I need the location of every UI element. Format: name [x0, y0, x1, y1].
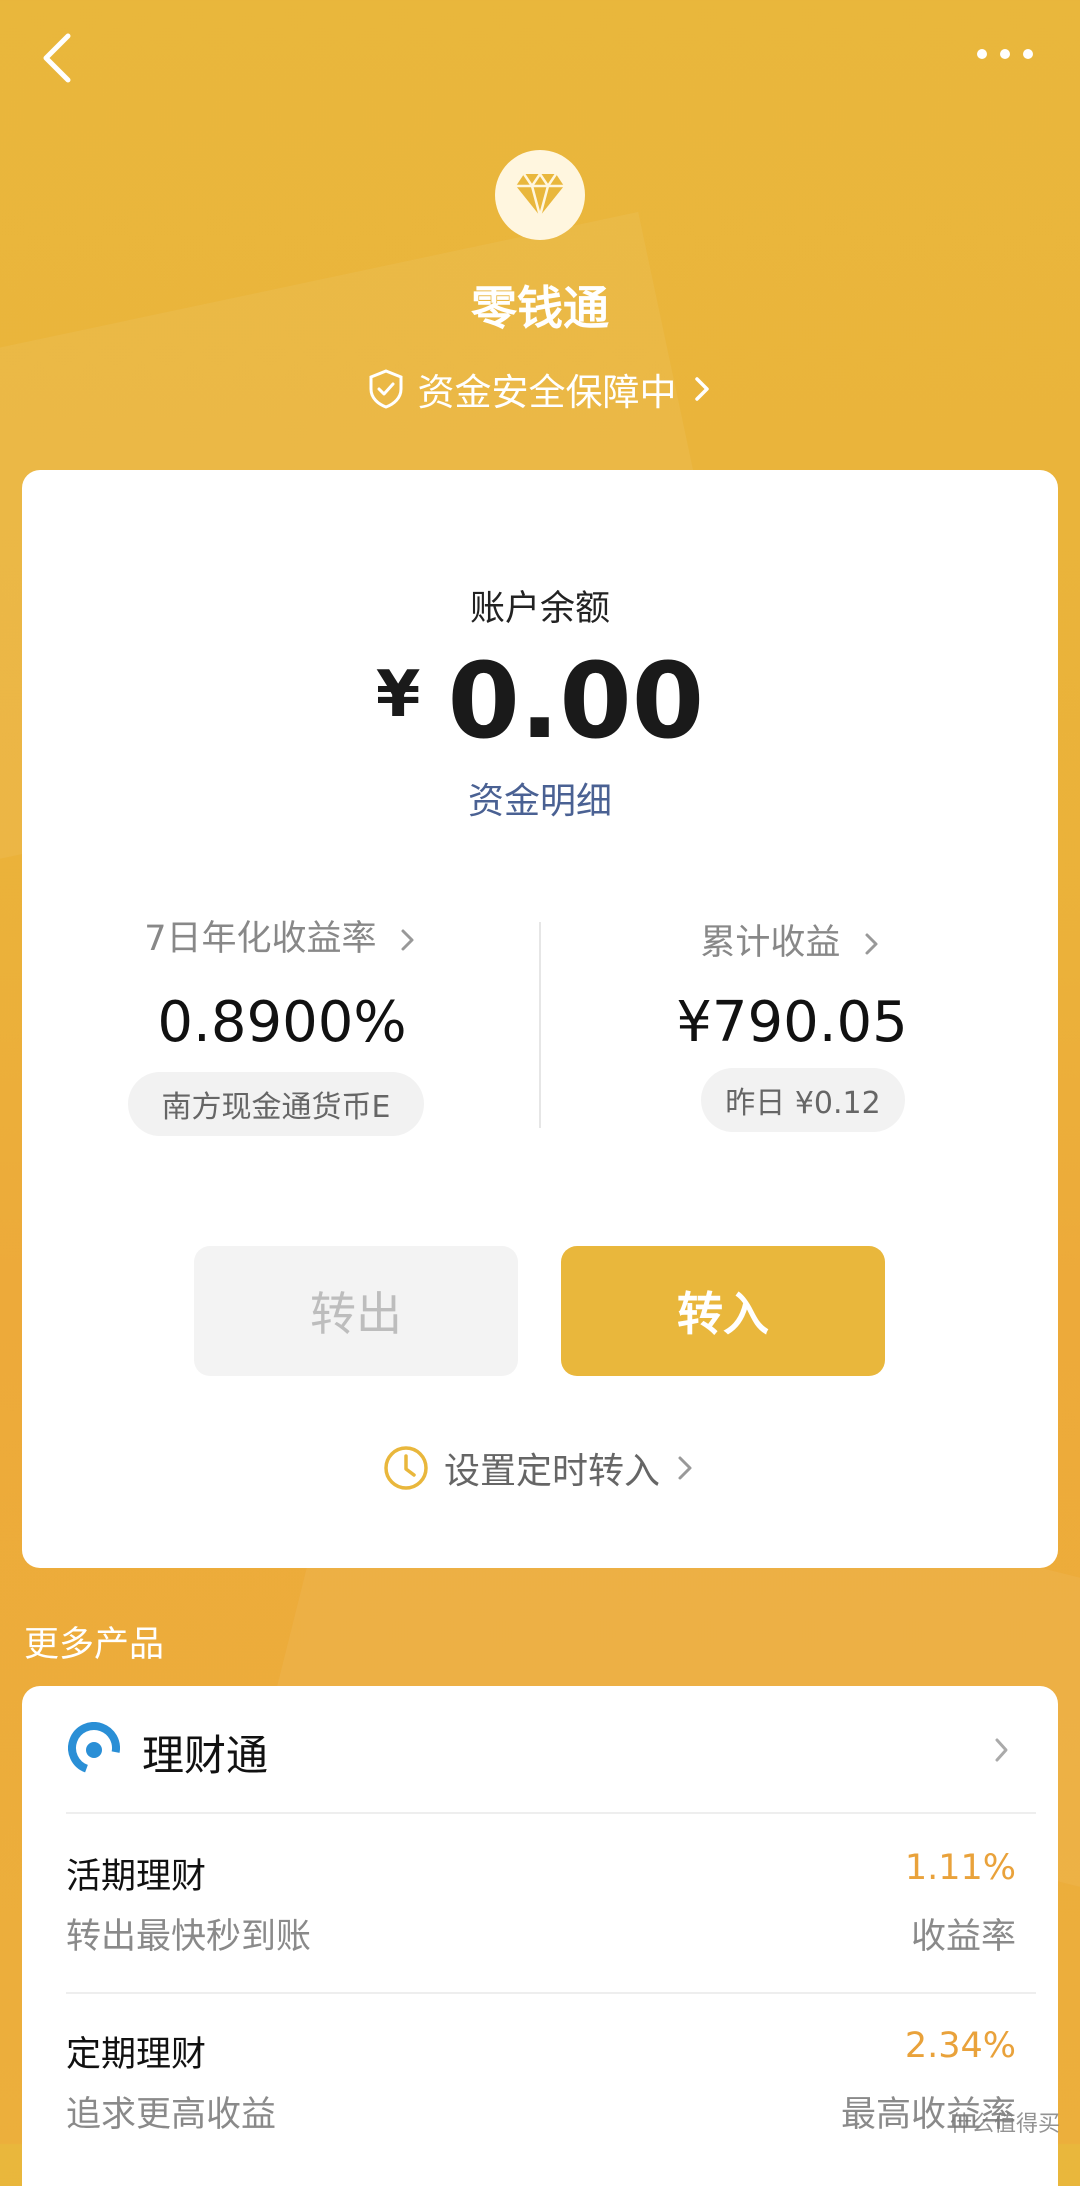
page-title: 零钱通: [471, 281, 609, 335]
currency-symbol: ¥: [375, 658, 421, 732]
diamond-icon: [516, 172, 564, 218]
products-card: 理财通 活期理财 转出最快秒到账 1.11% 收益率 定期理财 追求更高收益 2…: [22, 1686, 1058, 2186]
chevron-right-icon: [401, 929, 414, 951]
list-item-title: 活期理财: [66, 1857, 207, 1897]
more-dots-icon: [977, 49, 1033, 59]
list-item-title: 定期理财: [66, 2035, 207, 2075]
watermark: 什么值得买: [950, 2112, 1061, 2137]
transfer-in-button[interactable]: 转入: [561, 1246, 885, 1376]
scheduled-transfer-label: 设置定时转入: [443, 1451, 660, 1492]
list-item-subtitle: 转出最快秒到账: [66, 1917, 312, 1957]
clock-icon: [384, 1446, 428, 1490]
licaitong-logo-icon: [68, 1722, 120, 1774]
security-link[interactable]: 资金安全保障中: [0, 362, 1080, 418]
transfer-out-button[interactable]: 转出: [194, 1246, 518, 1376]
yield-rate-link[interactable]: 7日年化收益率: [62, 910, 502, 961]
list-item-subtitle: 追求更高收益: [66, 2095, 277, 2135]
list-item[interactable]: 活期理财 转出最快秒到账 1.11% 收益率: [22, 1814, 1058, 1992]
product-name: 理财通: [142, 1731, 269, 1780]
earnings-link[interactable]: 累计收益: [592, 914, 992, 965]
product-header[interactable]: 理财通: [22, 1686, 1058, 1812]
fund-name-badge: 南方现金通货币E: [128, 1072, 424, 1136]
section-title: 更多产品: [24, 1625, 165, 1665]
chevron-right-icon: [995, 1738, 1008, 1762]
stat-divider: [539, 922, 541, 1128]
list-item-rate: 2.34%: [904, 2026, 1016, 2066]
balance-amount: ¥ 0.00: [22, 640, 1058, 762]
scheduled-transfer-link[interactable]: 设置定时转入: [22, 1442, 1058, 1496]
chevron-left-icon: [43, 33, 71, 83]
earnings-value: ¥790.05: [676, 990, 908, 1055]
yesterday-earnings-badge: 昨日 ¥0.12: [701, 1068, 905, 1132]
back-button[interactable]: [30, 28, 90, 88]
chevron-right-icon: [678, 1456, 692, 1480]
security-text: 资金安全保障中: [417, 371, 677, 414]
app-logo: [495, 150, 585, 240]
chevron-right-icon: [865, 933, 878, 955]
yield-rate-value: 0.8900%: [157, 990, 407, 1055]
list-item[interactable]: 定期理财 追求更高收益 2.34% 最高收益率: [22, 1994, 1058, 2172]
balance-label: 账户余额: [469, 589, 610, 629]
fund-details-link[interactable]: 资金明细: [22, 772, 1058, 824]
balance-value: 0.00: [447, 640, 705, 762]
earnings-label: 累计收益: [700, 923, 841, 963]
more-button[interactable]: [970, 34, 1040, 74]
balance-card: 账户余额 ¥ 0.00 资金明细 7日年化收益率 0.8900% 南方现金通货币…: [22, 470, 1058, 1568]
chevron-right-icon: [694, 377, 709, 401]
yield-rate-label: 7日年化收益率: [144, 919, 377, 959]
shield-icon: [369, 369, 402, 409]
list-item-rate: 1.11%: [904, 1848, 1016, 1888]
list-item-rate-label: 收益率: [910, 1917, 1016, 1957]
